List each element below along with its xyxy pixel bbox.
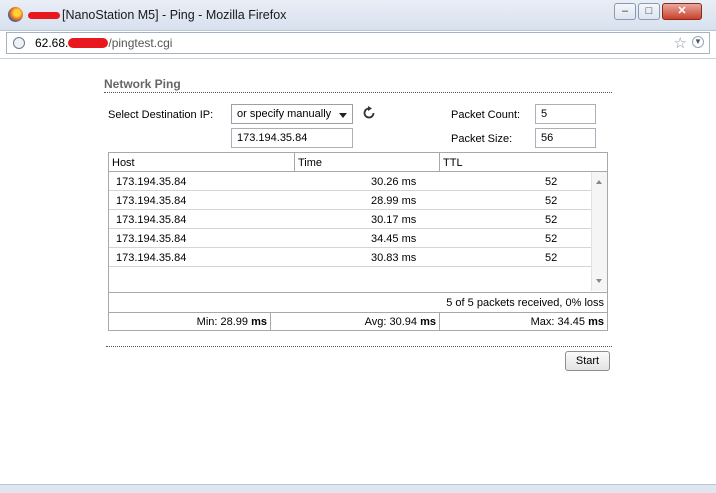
col-header-ttl[interactable]: TTL: [439, 153, 607, 172]
packet-count-label: Packet Count:: [451, 109, 521, 121]
maximize-button[interactable]: □: [638, 3, 660, 20]
host-cell: 173.194.35.84: [116, 176, 187, 188]
scroll-up-icon[interactable]: [596, 180, 602, 184]
window-title: [NanoStation M5] - Ping - Mozilla Firefo…: [62, 8, 287, 22]
ttl-cell: 52: [545, 176, 558, 188]
col-header-time[interactable]: Time: [294, 153, 439, 172]
section-title: Network Ping: [104, 77, 181, 91]
table-row[interactable]: 173.194.35.84 34.45 ms 52: [109, 229, 591, 248]
max-stat: Max: 34.45 ms: [439, 313, 607, 331]
host-cell: 173.194.35.84: [116, 195, 187, 207]
ttl-cell: 52: [545, 195, 558, 207]
minimize-button[interactable]: –: [614, 3, 636, 20]
table-row[interactable]: 173.194.35.84 28.99 ms 52: [109, 191, 591, 210]
redacted-block: [68, 38, 109, 48]
host-cell: 173.194.35.84: [116, 233, 187, 245]
packet-summary: 5 of 5 packets received, 0% loss: [109, 292, 607, 312]
url-host: 62.68.: [35, 36, 69, 50]
max-unit: ms: [588, 316, 604, 328]
bottom-divider: [106, 346, 612, 347]
time-cell: 30.17 ms: [371, 214, 417, 226]
avg-stat: Avg: 30.94 ms: [270, 313, 439, 331]
time-cell: 30.83 ms: [371, 252, 417, 264]
table-row[interactable]: 173.194.35.84 30.26 ms 52: [109, 172, 591, 191]
url-text[interactable]: 62.68. /pingtest.cgi: [35, 36, 172, 50]
firefox-icon: [8, 7, 23, 22]
packet-size-label: Packet Size:: [451, 133, 513, 145]
min-unit: ms: [251, 316, 267, 328]
packet-size-input[interactable]: [535, 128, 596, 148]
dest-ip-select-value: or specify manually: [237, 108, 332, 120]
frame-divider: [0, 58, 716, 59]
ping-stats: Min: 28.99 ms Avg: 30.94 ms Max: 34.45 m…: [109, 312, 607, 331]
ttl-cell: 52: [545, 214, 558, 226]
url-path: /pingtest.cgi: [108, 36, 173, 50]
ping-results-table: Host Time TTL 173.194.35.84 30.26 ms 52 …: [108, 152, 608, 331]
max-value: Max: 34.45: [530, 316, 586, 328]
address-bar[interactable]: 62.68. /pingtest.cgi ☆ ▼: [6, 32, 710, 54]
results-scrollbar[interactable]: [591, 172, 607, 291]
redacted-block: [28, 12, 60, 19]
dest-ip-input[interactable]: [231, 128, 353, 148]
host-cell: 173.194.35.84: [116, 252, 187, 264]
time-cell: 34.45 ms: [371, 233, 417, 245]
packet-count-input[interactable]: [535, 104, 596, 124]
chevron-down-icon: [339, 113, 347, 118]
dest-ip-label: Select Destination IP:: [108, 109, 214, 121]
min-stat: Min: 28.99 ms: [109, 313, 270, 331]
ttl-cell: 52: [545, 233, 558, 245]
ttl-cell: 52: [545, 252, 558, 264]
results-rows: 173.194.35.84 30.26 ms 52 173.194.35.84 …: [109, 172, 591, 267]
min-value: Min: 28.99: [196, 316, 249, 328]
avg-unit: ms: [420, 316, 436, 328]
close-button[interactable]: ✕: [662, 3, 702, 20]
start-button[interactable]: Start: [565, 351, 610, 371]
col-header-host[interactable]: Host: [109, 153, 294, 172]
dest-ip-select[interactable]: or specify manually: [231, 104, 353, 124]
time-cell: 30.26 ms: [371, 176, 417, 188]
time-cell: 28.99 ms: [371, 195, 417, 207]
packet-summary-text: 5 of 5 packets received, 0% loss: [446, 297, 604, 309]
host-cell: 173.194.35.84: [116, 214, 187, 226]
avg-value: Avg: 30.94: [364, 316, 418, 328]
window-titlebar: [NanoStation M5] - Ping - Mozilla Firefo…: [0, 0, 716, 31]
globe-icon: [13, 37, 25, 49]
table-row[interactable]: 173.194.35.84 30.83 ms 52: [109, 248, 591, 267]
table-row[interactable]: 173.194.35.84 30.17 ms 52: [109, 210, 591, 229]
scroll-down-icon[interactable]: [596, 279, 602, 283]
star-icon[interactable]: ☆: [674, 34, 687, 52]
top-divider: [104, 92, 612, 93]
refresh-icon[interactable]: [362, 106, 376, 120]
dropmarker-icon[interactable]: ▼: [692, 36, 704, 48]
